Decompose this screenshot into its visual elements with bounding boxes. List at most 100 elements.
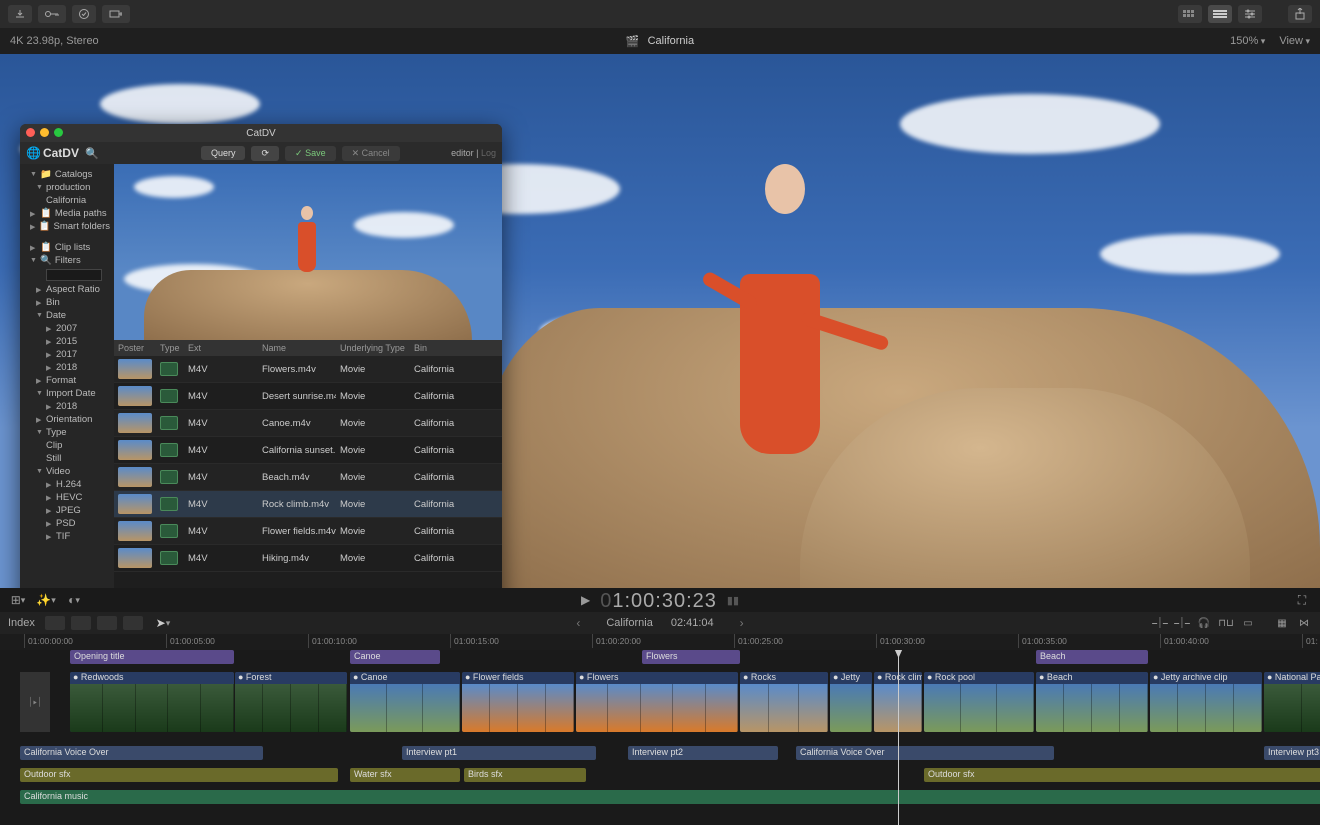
audio-s-clip[interactable]: Birds sfx bbox=[464, 768, 586, 782]
sidebar-production[interactable]: ▼production bbox=[20, 181, 114, 194]
sidebar-import-date[interactable]: ▼Import Date bbox=[20, 387, 114, 400]
sidebar-bin[interactable]: ▶Bin bbox=[20, 296, 114, 309]
filter-input[interactable] bbox=[46, 269, 102, 281]
video-clip[interactable]: ● Redwoods bbox=[70, 672, 234, 732]
minimize-icon[interactable] bbox=[40, 128, 49, 137]
video-clip[interactable]: ● Rocks bbox=[740, 672, 828, 732]
audio-m-clip[interactable]: California music bbox=[20, 790, 1320, 804]
audio-v-clip[interactable]: California Voice Over bbox=[20, 746, 263, 760]
save-button[interactable]: ✓ Save bbox=[285, 146, 336, 161]
table-row[interactable]: M4V Rock climb.m4v Movie California bbox=[114, 491, 502, 518]
sidebar-psd[interactable]: ▶PSD bbox=[20, 517, 114, 530]
col-ext[interactable]: Ext bbox=[184, 343, 258, 353]
transitions-icon[interactable]: ⋈ bbox=[1296, 616, 1312, 630]
sidebar-still[interactable]: Still bbox=[20, 452, 114, 465]
playhead[interactable] bbox=[898, 650, 899, 825]
table-row[interactable]: M4V Beach.m4v Movie California bbox=[114, 464, 502, 491]
close-icon[interactable] bbox=[26, 128, 35, 137]
skimming-icon[interactable]: ⎯⏐⎯ bbox=[1152, 616, 1168, 630]
track-head[interactable]: ⏐▸⏐ bbox=[20, 672, 50, 732]
append-tool[interactable] bbox=[97, 616, 117, 630]
table-row[interactable]: M4V Hiking.m4v Movie California bbox=[114, 545, 502, 572]
clip-appearance-menu[interactable]: ⊞ bbox=[8, 592, 28, 608]
play-button[interactable]: ▶ bbox=[581, 593, 590, 607]
cancel-button[interactable]: ✕ Cancel bbox=[342, 146, 400, 161]
video-clip[interactable]: ● Beach bbox=[1036, 672, 1148, 732]
timeline-tracks[interactable]: Opening titleCanoeFlowersBeach ⏐▸⏐ ● Red… bbox=[0, 650, 1320, 825]
zoom-menu[interactable]: 150% bbox=[1230, 35, 1265, 47]
sidebar-2007[interactable]: ▶2007 bbox=[20, 322, 114, 335]
arrow-tool-menu[interactable]: ➤ bbox=[153, 615, 173, 631]
col-bin[interactable]: Bin bbox=[410, 343, 502, 353]
table-row[interactable]: M4V Flowers.m4v Movie California bbox=[114, 356, 502, 383]
insert-tool[interactable] bbox=[71, 616, 91, 630]
connect-tool[interactable] bbox=[45, 616, 65, 630]
solo-icon[interactable]: 🎧 bbox=[1196, 616, 1212, 630]
effects-browser-icon[interactable]: ▦ bbox=[1274, 616, 1290, 630]
sidebar-clip-lists[interactable]: ▶📋 Clip lists bbox=[20, 241, 114, 254]
sidebar-clip[interactable]: Clip bbox=[20, 439, 114, 452]
table-row[interactable]: M4V Flower fields.m4v Movie California bbox=[114, 518, 502, 545]
sidebar-california[interactable]: California bbox=[20, 194, 114, 207]
video-clip[interactable]: ● Rock pool bbox=[924, 672, 1034, 732]
video-clip[interactable]: ● National Park bbox=[1264, 672, 1320, 732]
video-clip[interactable]: ● Jetty bbox=[830, 672, 872, 732]
col-poster[interactable]: Poster bbox=[114, 343, 156, 353]
video-clip[interactable]: ● Flowers bbox=[576, 672, 738, 732]
sidebar-2015[interactable]: ▶2015 bbox=[20, 335, 114, 348]
sidebar-format[interactable]: ▶Format bbox=[20, 374, 114, 387]
sidebar-2017[interactable]: ▶2017 bbox=[20, 348, 114, 361]
sidebar-tif[interactable]: ▶TIF bbox=[20, 530, 114, 543]
search-icon[interactable]: 🔍 bbox=[85, 147, 99, 160]
sidebar-type[interactable]: ▼Type bbox=[20, 426, 114, 439]
timecode-display[interactable]: 01:00:30:23 bbox=[600, 588, 717, 613]
sidebar-media-paths[interactable]: ▶📋 Media paths bbox=[20, 207, 114, 220]
timeline-prev[interactable]: ‹ bbox=[568, 616, 588, 630]
table-row[interactable]: M4V Canoe.m4v Movie California bbox=[114, 410, 502, 437]
sidebar-h264[interactable]: ▶H.264 bbox=[20, 478, 114, 491]
col-utype[interactable]: Underlying Type bbox=[336, 343, 410, 353]
sidebar-date[interactable]: ▼Date bbox=[20, 309, 114, 322]
title-clip[interactable]: Beach bbox=[1036, 650, 1148, 664]
timeline-ruler[interactable]: 01:00:00:0001:00:05:0001:00:10:0001:00:1… bbox=[0, 634, 1320, 650]
extensions-button[interactable] bbox=[102, 5, 130, 23]
background-tasks-button[interactable] bbox=[72, 5, 96, 23]
video-clip[interactable]: ● Forest bbox=[235, 672, 347, 732]
catdv-titlebar[interactable]: CatDV bbox=[20, 124, 502, 142]
table-row[interactable]: M4V California sunset.m4v Movie Californ… bbox=[114, 437, 502, 464]
audio-s-clip[interactable]: Outdoor sfx bbox=[924, 768, 1320, 782]
audio-s-clip[interactable]: Outdoor sfx bbox=[20, 768, 338, 782]
overwrite-tool[interactable] bbox=[123, 616, 143, 630]
refresh-button[interactable]: ⟳ bbox=[251, 146, 279, 161]
list-view-button[interactable] bbox=[1208, 5, 1232, 23]
audio-skim-icon[interactable]: ⎯⏐⎯ bbox=[1174, 616, 1190, 630]
audio-v-clip[interactable]: Interview pt1 bbox=[402, 746, 596, 760]
video-clip[interactable]: ● Flower fields bbox=[462, 672, 574, 732]
zoom-icon[interactable] bbox=[54, 128, 63, 137]
title-clip[interactable]: Opening title bbox=[70, 650, 234, 664]
import-button[interactable] bbox=[8, 5, 32, 23]
index-button[interactable]: Index bbox=[8, 617, 35, 629]
sidebar-video[interactable]: ▼Video bbox=[20, 465, 114, 478]
retime-menu[interactable]: ◐ bbox=[64, 592, 84, 608]
view-menu[interactable]: View bbox=[1279, 35, 1310, 47]
timeline-next[interactable]: › bbox=[732, 616, 752, 630]
user-label[interactable]: editor | Log bbox=[451, 148, 496, 158]
audio-v-clip[interactable]: Interview pt3 bbox=[1264, 746, 1320, 760]
sidebar-2018[interactable]: ▶2018 bbox=[20, 361, 114, 374]
audio-v-clip[interactable]: California Voice Over bbox=[796, 746, 1054, 760]
fullscreen-button[interactable]: ⛶ bbox=[1292, 592, 1312, 608]
video-clip[interactable]: ● Canoe bbox=[350, 672, 460, 732]
sidebar-orientation[interactable]: ▶Orientation bbox=[20, 413, 114, 426]
filmstrip-view-button[interactable] bbox=[1178, 5, 1202, 23]
title-clip[interactable]: Flowers bbox=[642, 650, 740, 664]
table-row[interactable]: M4V Desert sunrise.m4v Movie California bbox=[114, 383, 502, 410]
share-button[interactable] bbox=[1288, 5, 1312, 23]
col-name[interactable]: Name bbox=[258, 343, 336, 353]
sidebar-smart-folders[interactable]: ▶📋 Smart folders bbox=[20, 220, 114, 233]
keyword-button[interactable] bbox=[38, 5, 66, 23]
sidebar-id-2018[interactable]: ▶2018 bbox=[20, 400, 114, 413]
audio-s-clip[interactable]: Water sfx bbox=[350, 768, 460, 782]
video-clip[interactable]: ● Jetty archive clip bbox=[1150, 672, 1262, 732]
clip-appearance-button[interactable] bbox=[1238, 5, 1262, 23]
